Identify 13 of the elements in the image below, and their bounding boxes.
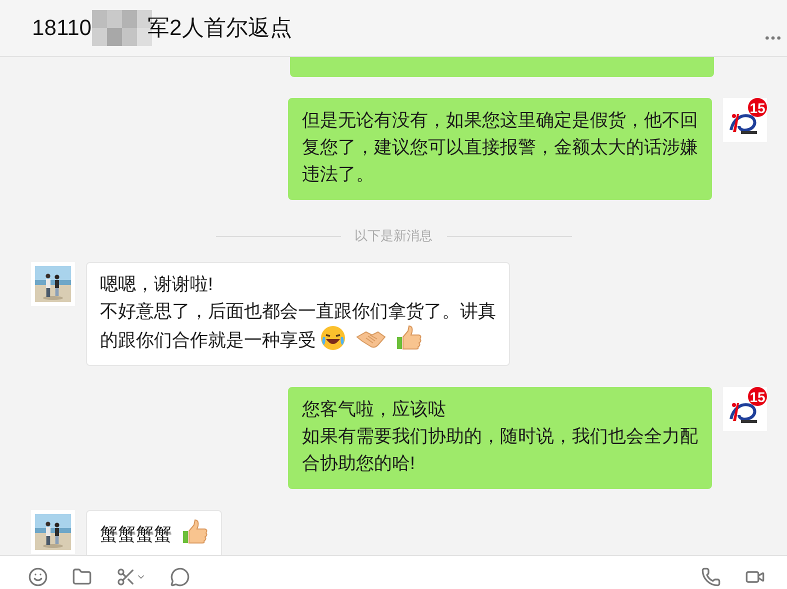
chat-title: 军2人首尔返点 <box>148 14 292 42</box>
chat-title: 18110 <box>32 15 92 41</box>
avatar[interactable]: 15 <box>723 98 767 142</box>
count-badge: 15 <box>748 387 767 406</box>
count-badge: 15 <box>748 98 767 117</box>
new-messages-divider: 以下是新消息 <box>354 227 432 245</box>
message-text: 嗯嗯，谢谢啦! <box>100 273 214 296</box>
message-text: 但是无论有没有，如果您这里确定是假货，他不回复您了，建议您可以直接报警，金额太大的话涉嫌违法了。 <box>302 109 698 186</box>
message-text: 不好意思了，后面也都会一直跟你们拿货了。讲真的跟你们合作就是一种享受 <box>100 300 496 353</box>
message-text: 蟹蟹蟹蟹 <box>100 519 208 548</box>
avatar[interactable]: 15 <box>723 387 767 431</box>
message-text: 如果有需要我们协助的，随时说，我们也会全力配合协助您的哈! <box>302 425 698 475</box>
message-text: 您客气啦，应该哒 <box>302 398 447 421</box>
